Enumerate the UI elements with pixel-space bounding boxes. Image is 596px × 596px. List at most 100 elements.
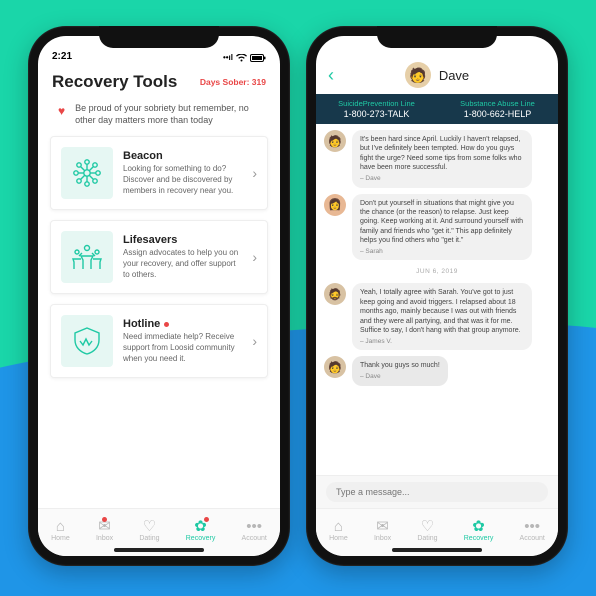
card-body: Beacon Looking for something to do? Disc… xyxy=(123,150,240,196)
avatar: 👩 xyxy=(324,194,346,216)
phone-right: ‹ 🧑 Dave SuicidePrevention Line 1-800-27… xyxy=(306,26,568,566)
card-title: Beacon xyxy=(123,150,163,162)
message-text: Yeah, I totally agree with Sarah. You've… xyxy=(360,289,521,334)
card-title: Lifesavers xyxy=(123,234,177,246)
notch xyxy=(99,26,219,48)
notification-dot-icon xyxy=(164,322,169,327)
status-indicators: ••ıl xyxy=(223,53,266,62)
chevron-right-icon: › xyxy=(250,333,259,349)
line-label: Substance Abuse Line xyxy=(441,99,554,108)
tab-dating[interactable]: ♡ Dating xyxy=(417,519,437,542)
suicide-prevention-line[interactable]: SuicidePrevention Line 1-800-273-TALK xyxy=(316,94,437,124)
heart-icon: ♥ xyxy=(58,103,65,119)
card-title: Hotline xyxy=(123,318,160,330)
avatar: 🧑 xyxy=(324,130,346,152)
card-beacon[interactable]: Beacon Looking for something to do? Disc… xyxy=(50,136,268,210)
tab-label: Inbox xyxy=(96,535,113,542)
tab-label: Recovery xyxy=(186,535,216,542)
home-icon: ⌂ xyxy=(334,519,343,534)
recovery-icon: ✿ xyxy=(472,519,485,534)
tab-home[interactable]: ⌂ Home xyxy=(51,519,70,542)
tab-label: Home xyxy=(51,535,70,542)
message-row: 👩 Don't put yourself in situations that … xyxy=(324,194,550,261)
tab-inbox[interactable]: ✉ Inbox xyxy=(374,519,391,542)
message-text: Don't put yourself in situations that mi… xyxy=(360,200,523,245)
tab-label: Dating xyxy=(417,535,437,542)
message-text: It's been hard since April. Luckily I ha… xyxy=(360,136,521,171)
card-desc: Looking for something to do? Discover an… xyxy=(123,164,240,196)
hotline-info-bar: SuicidePrevention Line 1-800-273-TALK Su… xyxy=(316,94,558,124)
chat-title: Dave xyxy=(439,68,469,83)
notification-dot-icon xyxy=(204,517,209,522)
phone-left: 2:21 ••ıl Recovery Tools Days Sober: 319… xyxy=(28,26,290,566)
message-text: Thank you guys so much! xyxy=(360,362,440,369)
message-bubble: Don't put yourself in situations that mi… xyxy=(352,194,532,261)
date-separator: JUN 6, 2019 xyxy=(324,266,550,277)
message-bubble: Yeah, I totally agree with Sarah. You've… xyxy=(352,283,532,350)
home-indicator xyxy=(114,548,204,552)
hotline-icon xyxy=(61,315,113,367)
home-indicator xyxy=(392,548,482,552)
card-body: Hotline Need immediate help? Receive sup… xyxy=(123,318,240,364)
tool-list: Beacon Looking for something to do? Disc… xyxy=(38,136,280,508)
lifesavers-icon xyxy=(61,231,113,283)
more-icon: ••• xyxy=(524,519,540,534)
message-author: – Sarah xyxy=(360,248,524,257)
battery-icon xyxy=(250,54,266,62)
card-desc: Need immediate help? Receive support fro… xyxy=(123,332,240,364)
chat-header: ‹ 🧑 Dave xyxy=(316,60,558,94)
card-body: Lifesavers Assign advocates to help you … xyxy=(123,234,240,280)
tab-account[interactable]: ••• Account xyxy=(520,519,545,542)
days-sober-badge: Days Sober: 319 xyxy=(200,77,266,87)
tab-label: Inbox xyxy=(374,535,391,542)
heart-outline-icon: ♡ xyxy=(143,519,156,534)
tab-home[interactable]: ⌂ Home xyxy=(329,519,348,542)
chat-body[interactable]: 🧑 It's been hard since April. Luckily I … xyxy=(316,124,558,475)
message-row: 🧑 Thank you guys so much! – Dave xyxy=(324,356,550,385)
card-hotline[interactable]: Hotline Need immediate help? Receive sup… xyxy=(50,304,268,378)
line-number: 1-800-273-TALK xyxy=(344,109,410,119)
card-lifesavers[interactable]: Lifesavers Assign advocates to help you … xyxy=(50,220,268,294)
card-desc: Assign advocates to help you on your rec… xyxy=(123,248,240,280)
wifi-icon xyxy=(236,54,247,62)
page-title: Recovery Tools xyxy=(52,72,177,92)
composer xyxy=(316,475,558,508)
line-label: SuicidePrevention Line xyxy=(320,99,433,108)
beacon-icon xyxy=(61,147,113,199)
tab-label: Account xyxy=(520,535,545,542)
avatar: 🧔 xyxy=(324,283,346,305)
heart-outline-icon: ♡ xyxy=(421,519,434,534)
message-author: – Dave xyxy=(360,373,440,382)
header: Recovery Tools Days Sober: 319 xyxy=(38,64,280,98)
status-time: 2:21 xyxy=(52,51,72,62)
message-bubble: Thank you guys so much! – Dave xyxy=(352,356,448,385)
tab-label: Recovery xyxy=(464,535,494,542)
inbox-icon: ✉ xyxy=(376,519,389,534)
tab-dating[interactable]: ♡ Dating xyxy=(139,519,159,542)
phone-mockups: 2:21 ••ıl Recovery Tools Days Sober: 319… xyxy=(0,0,596,592)
avatar: 🧑 xyxy=(405,62,431,88)
banner: ♥ Be proud of your sobriety but remember… xyxy=(38,98,280,136)
tab-inbox[interactable]: ✉ Inbox xyxy=(96,519,113,542)
banner-text: Be proud of your sobriety but remember, … xyxy=(75,102,262,126)
message-row: 🧑 It's been hard since April. Luckily I … xyxy=(324,130,550,188)
line-number: 1-800-662-HELP xyxy=(464,109,532,119)
message-author: – James V. xyxy=(360,338,524,347)
home-icon: ⌂ xyxy=(56,519,65,534)
tab-label: Home xyxy=(329,535,348,542)
tab-recovery[interactable]: ✿ Recovery xyxy=(186,519,216,542)
signal-icon: ••ıl xyxy=(223,53,233,62)
message-author: – Dave xyxy=(360,175,524,184)
message-bubble: It's been hard since April. Luckily I ha… xyxy=(352,130,532,188)
chevron-right-icon: › xyxy=(250,165,259,181)
avatar: 🧑 xyxy=(324,356,346,378)
back-button[interactable]: ‹ xyxy=(328,65,334,86)
tab-account[interactable]: ••• Account xyxy=(242,519,267,542)
message-input[interactable] xyxy=(326,482,548,502)
chevron-right-icon: › xyxy=(250,249,259,265)
message-row: 🧔 Yeah, I totally agree with Sarah. You'… xyxy=(324,283,550,350)
tab-recovery[interactable]: ✿ Recovery xyxy=(464,519,494,542)
tab-label: Dating xyxy=(139,535,159,542)
screen-chat: ‹ 🧑 Dave SuicidePrevention Line 1-800-27… xyxy=(316,36,558,556)
substance-abuse-line[interactable]: Substance Abuse Line 1-800-662-HELP xyxy=(437,94,558,124)
